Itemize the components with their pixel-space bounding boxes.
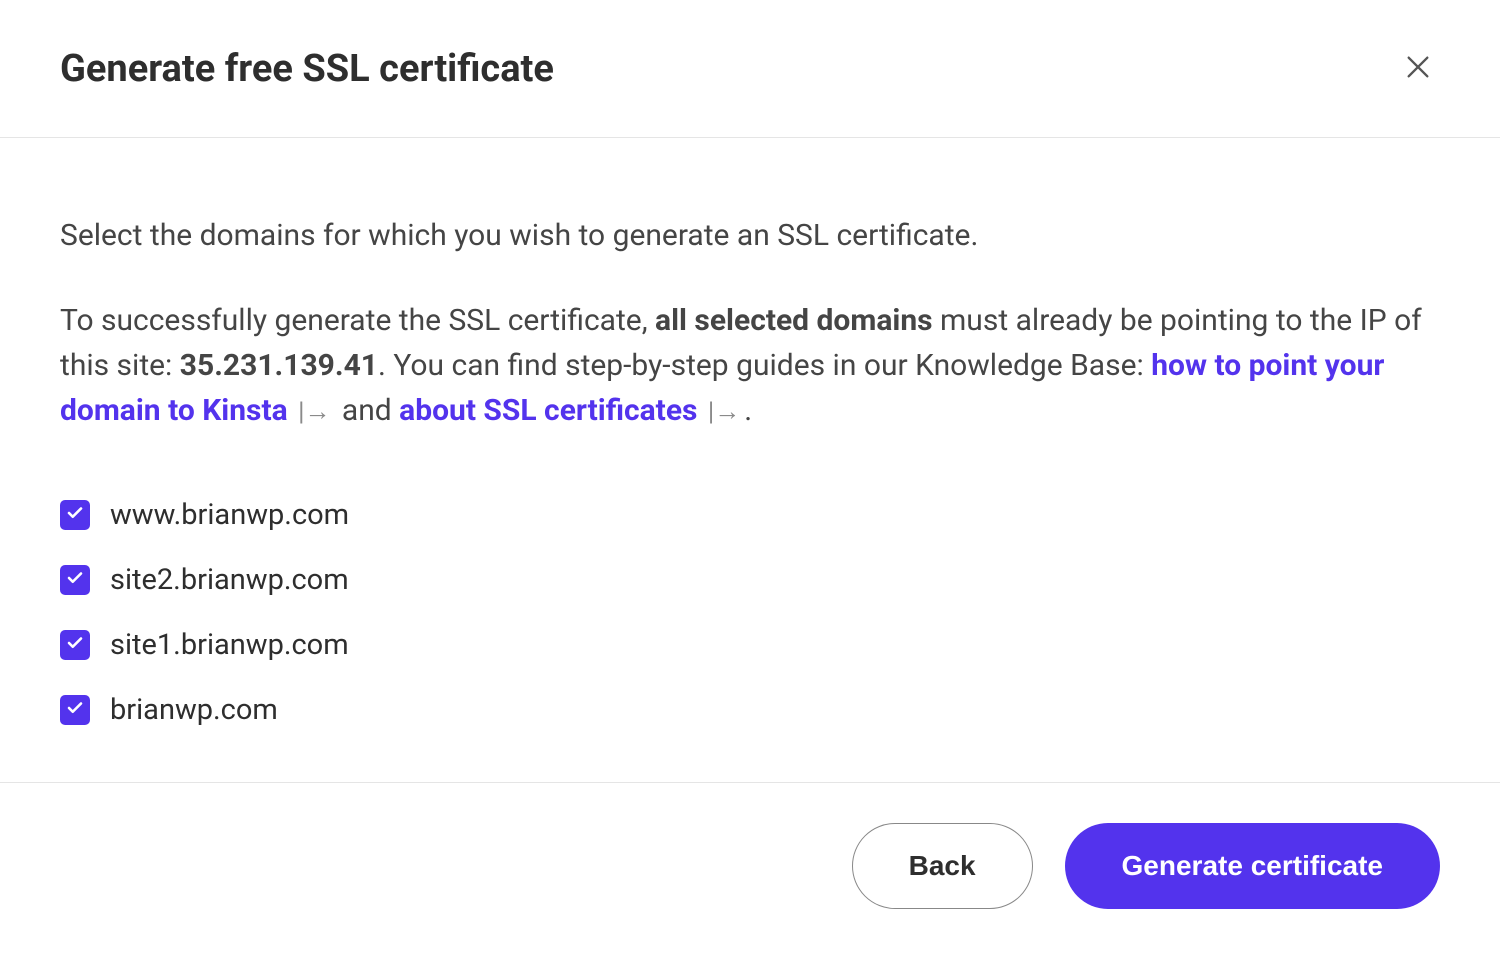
external-link-icon: |→: [292, 397, 331, 427]
domain-label: site2.brianwp.com: [110, 563, 349, 597]
domain-row: www.brianwp.com: [60, 498, 1440, 532]
guide-emphasis: all selected domains: [655, 303, 933, 338]
domain-row: site1.brianwp.com: [60, 628, 1440, 662]
check-icon: [66, 699, 84, 721]
domain-checkbox[interactable]: [60, 565, 90, 595]
close-button[interactable]: [1396, 45, 1440, 92]
link-ssl-certificates[interactable]: about SSL certificates: [399, 393, 697, 428]
domain-checkbox[interactable]: [60, 500, 90, 530]
back-button[interactable]: Back: [852, 823, 1033, 909]
page-title: Generate free SSL certificate: [60, 47, 554, 91]
ip-address: 35.231.139.41: [180, 348, 378, 383]
domain-list: www.brianwp.com site2.brianwp.com site1.…: [60, 498, 1440, 727]
intro-text: Select the domains for which you wish to…: [60, 213, 1440, 258]
domain-label: brianwp.com: [110, 693, 278, 727]
check-icon: [66, 634, 84, 656]
domain-checkbox[interactable]: [60, 630, 90, 660]
guide-prefix: To successfully generate the SSL certifi…: [60, 303, 655, 338]
guide-mid2: . You can find step-by-step guides in ou…: [378, 348, 1151, 383]
guide-text: To successfully generate the SSL certifi…: [60, 298, 1440, 433]
guide-and: and: [334, 393, 399, 428]
domain-label: site1.brianwp.com: [110, 628, 349, 662]
check-icon: [66, 504, 84, 526]
domain-checkbox[interactable]: [60, 695, 90, 725]
domain-row: brianwp.com: [60, 693, 1440, 727]
close-icon: [1404, 53, 1432, 84]
guide-period: .: [744, 393, 752, 428]
domain-row: site2.brianwp.com: [60, 563, 1440, 597]
generate-certificate-button[interactable]: Generate certificate: [1065, 823, 1440, 909]
check-icon: [66, 569, 84, 591]
domain-label: www.brianwp.com: [110, 498, 349, 532]
external-link-icon: |→: [701, 397, 740, 427]
